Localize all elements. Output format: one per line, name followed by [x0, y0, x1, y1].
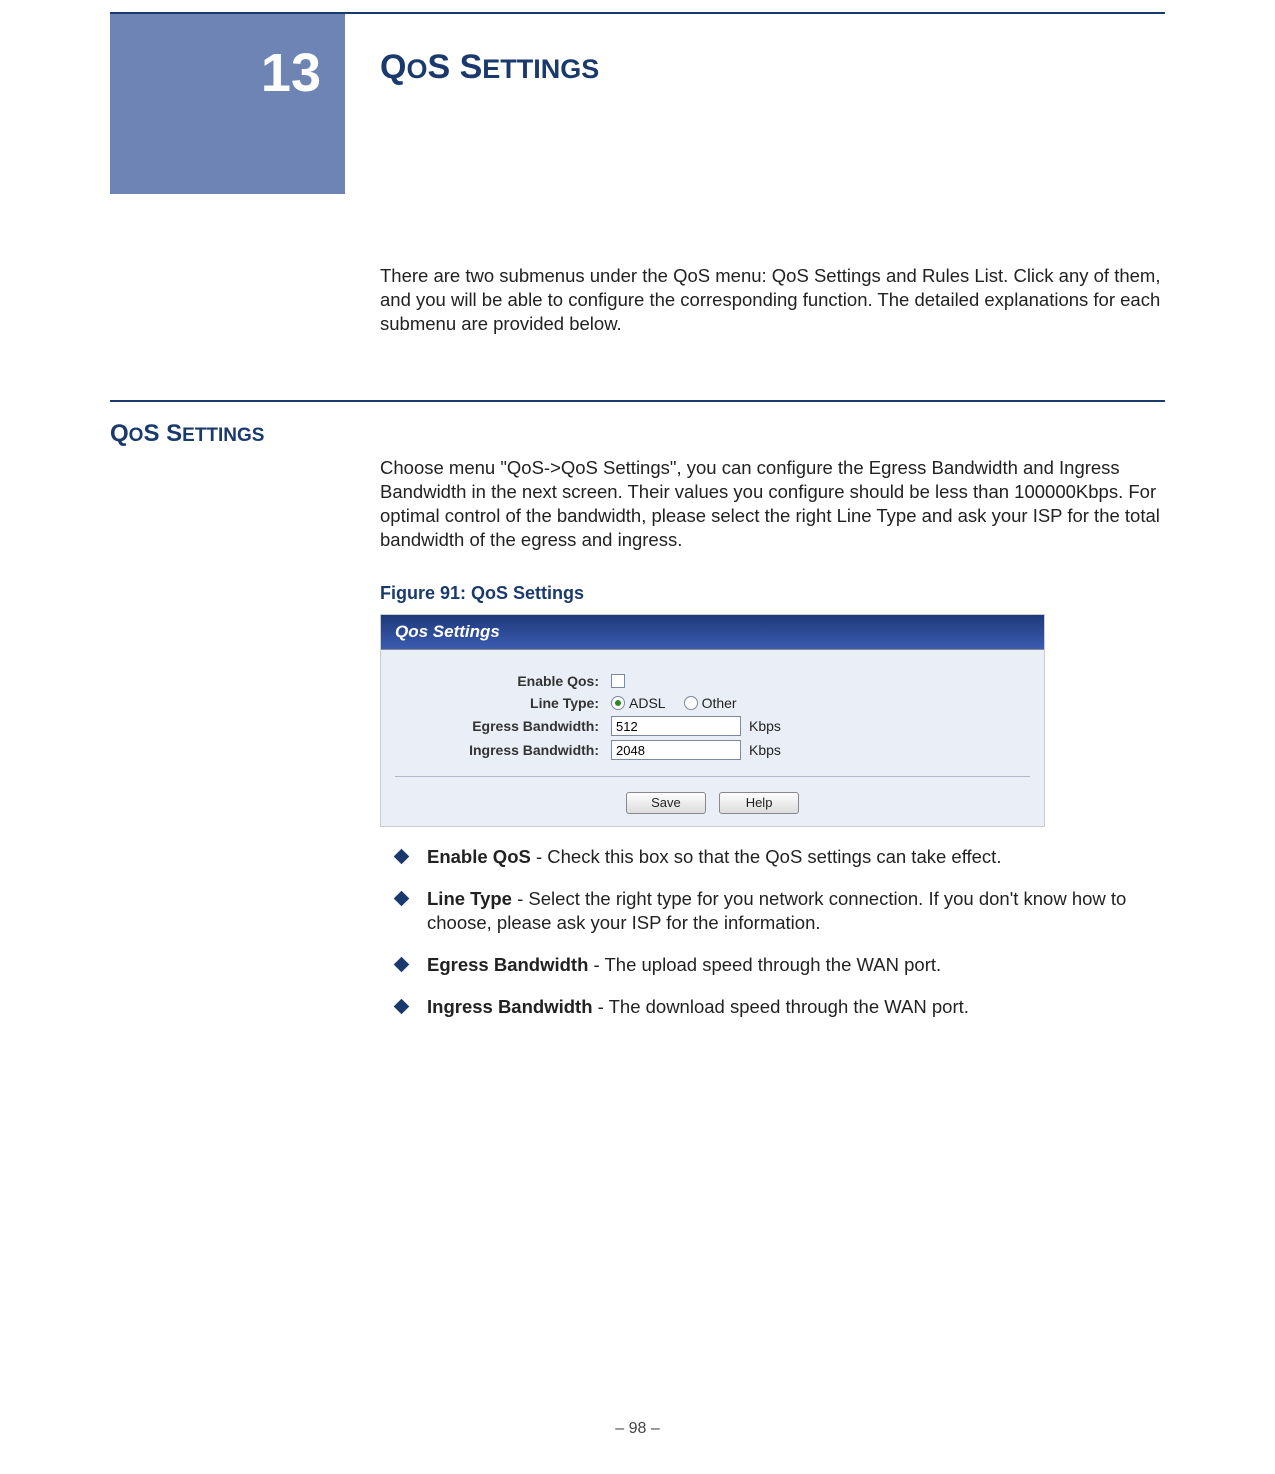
figure-form: Enable Qos: Line Type: ADSL Other Egress…: [381, 650, 1044, 760]
radio-adsl[interactable]: [611, 696, 625, 710]
radio-other-label: Other: [702, 694, 737, 712]
help-button[interactable]: Help: [719, 792, 799, 814]
row-egress: Egress Bandwidth: Kbps: [401, 716, 1024, 736]
section-body-paragraph: Choose menu "QoS->QoS Settings", you can…: [380, 456, 1165, 552]
figure-screenshot: Qos Settings Enable Qos: Line Type: ADSL…: [380, 614, 1045, 827]
chapter-title: QOS SETTINGS: [380, 48, 599, 87]
section-rule: [110, 400, 1165, 402]
checkbox-enable-qos[interactable]: [611, 674, 625, 688]
figure-button-row: Save Help: [381, 789, 1044, 814]
radio-adsl-label: ADSL: [629, 694, 666, 712]
chapter-number-box: 13: [110, 14, 345, 194]
label-line-type: Line Type:: [401, 694, 611, 712]
radio-other[interactable]: [684, 696, 698, 710]
unit-ingress: Kbps: [749, 741, 781, 759]
list-item: Enable QoS - Check this box so that the …: [380, 845, 1165, 869]
row-line-type: Line Type: ADSL Other: [401, 694, 1024, 712]
row-enable-qos: Enable Qos:: [401, 672, 1024, 690]
unit-egress: Kbps: [749, 717, 781, 735]
diamond-bullet-icon: [394, 849, 410, 865]
list-item: Egress Bandwidth - The upload speed thro…: [380, 953, 1165, 977]
label-enable-qos: Enable Qos:: [401, 672, 611, 690]
diamond-bullet-icon: [394, 999, 410, 1015]
input-ingress[interactable]: [611, 740, 741, 760]
intro-paragraph: There are two submenus under the QoS men…: [380, 264, 1165, 336]
bullet-list: Enable QoS - Check this box so that the …: [380, 845, 1165, 1019]
figure-divider: [395, 776, 1030, 777]
list-item: Ingress Bandwidth - The download speed t…: [380, 995, 1165, 1019]
input-egress[interactable]: [611, 716, 741, 736]
label-ingress: Ingress Bandwidth:: [401, 741, 611, 759]
figure-caption: Figure 91: QoS Settings: [380, 582, 1165, 605]
list-item: Line Type - Select the right type for yo…: [380, 887, 1165, 935]
diamond-bullet-icon: [394, 891, 410, 907]
label-egress: Egress Bandwidth:: [401, 717, 611, 735]
chapter-number: 13: [110, 14, 345, 104]
section-heading: QOS SETTINGS: [110, 420, 264, 448]
figure-panel-title: Qos Settings: [381, 615, 1044, 650]
save-button[interactable]: Save: [626, 792, 706, 814]
diamond-bullet-icon: [394, 957, 410, 973]
row-ingress: Ingress Bandwidth: Kbps: [401, 740, 1024, 760]
page-number: – 98 –: [0, 1420, 1275, 1438]
